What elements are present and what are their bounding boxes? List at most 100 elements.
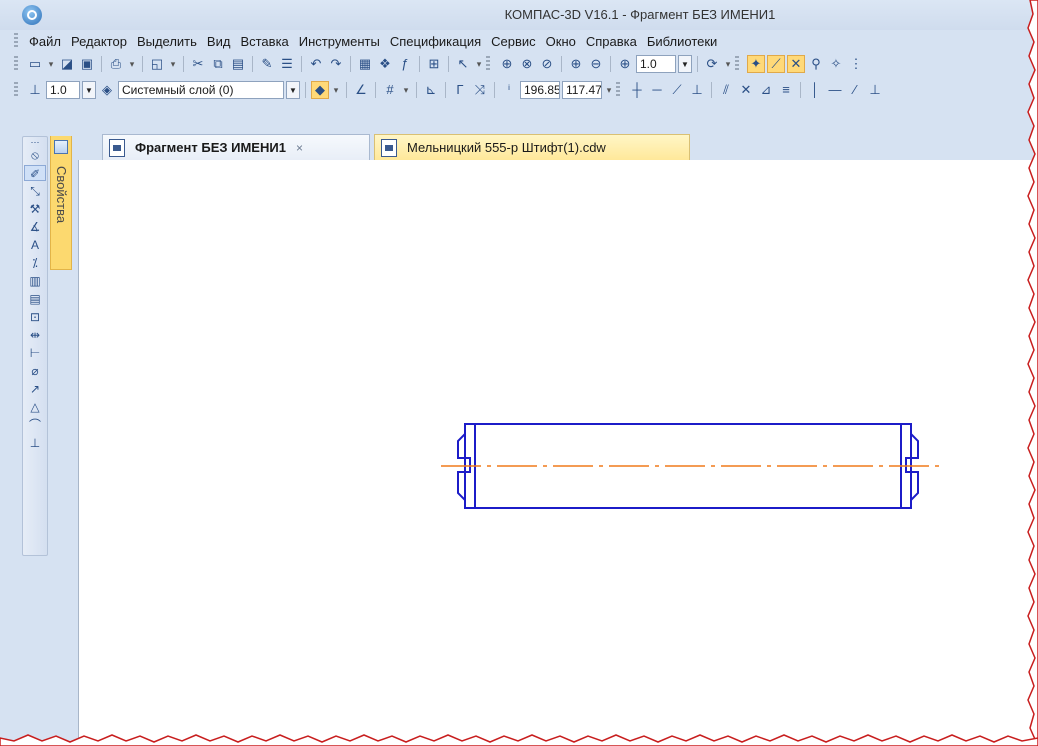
toolbar-grip-icon[interactable] <box>616 82 620 98</box>
menu-file[interactable]: Файл <box>24 34 66 49</box>
measure-icon[interactable]: ⁒ <box>24 255 46 271</box>
format-painter-icon[interactable]: ✎ <box>258 55 276 73</box>
bisector-line-icon[interactable]: ⊿ <box>757 81 775 99</box>
toolbar-grip-icon[interactable] <box>14 82 18 98</box>
layer-icon[interactable]: ◈ <box>98 81 116 99</box>
zoom-frame-icon[interactable]: ⊗ <box>518 55 536 73</box>
properties-list-icon[interactable]: ☰ <box>278 55 296 73</box>
snap-nearest-point-icon[interactable]: ⟋ <box>767 55 785 73</box>
save-icon[interactable]: ▣ <box>78 55 96 73</box>
dropdown-arrow-icon[interactable]: ▾ <box>127 55 137 73</box>
toolbar-options-icon[interactable]: ▾ <box>723 55 733 73</box>
designations-icon[interactable]: ⚒ <box>24 201 46 217</box>
zoom-in-icon[interactable]: ⊕ <box>567 55 585 73</box>
print-icon[interactable]: ⎙ <box>107 55 125 73</box>
spec-icon[interactable]: ▤ <box>24 291 46 307</box>
horizontal-line-icon[interactable]: ─ <box>648 81 666 99</box>
menu-edit[interactable]: Редактор <box>66 34 132 49</box>
menu-window[interactable]: Окно <box>541 34 581 49</box>
menu-select[interactable]: Выделить <box>132 34 202 49</box>
cursor-coords-icon[interactable]: ⤨ <box>471 81 489 99</box>
tab-shtift-drawing[interactable]: Мельницкий 555-р Штифт(1).cdw <box>374 134 690 160</box>
menu-view[interactable]: Вид <box>202 34 236 49</box>
edit-icon[interactable]: ✐ <box>24 165 46 181</box>
zoom-scale-input[interactable]: 1.0 <box>636 55 676 73</box>
snap-intersection-icon[interactable]: ✕ <box>787 55 805 73</box>
paste-icon[interactable]: ▤ <box>229 55 247 73</box>
refresh-view-icon[interactable]: ⟳ <box>703 55 721 73</box>
menu-tools[interactable]: Инструменты <box>294 34 385 49</box>
menu-grip-icon[interactable] <box>14 33 18 49</box>
toolbar-grip-icon[interactable]: ⋯ <box>24 138 46 147</box>
coordinates-icon[interactable]: ⁱ <box>500 81 518 99</box>
menu-specification[interactable]: Спецификация <box>385 34 486 49</box>
grid-icon[interactable]: # <box>381 81 399 99</box>
style-brush-icon[interactable]: ◆ <box>311 81 329 99</box>
horizontal-segment-icon[interactable]: — <box>826 81 844 99</box>
preview-icon[interactable]: ◱ <box>148 55 166 73</box>
perpendicular-segment-icon[interactable]: ⊥ <box>866 81 884 99</box>
slanted-segment-icon[interactable]: ⁄ <box>846 81 864 99</box>
dropdown-arrow-icon[interactable]: ▾ <box>168 55 178 73</box>
zoom-out-icon[interactable]: ⊖ <box>587 55 605 73</box>
menu-service[interactable]: Сервис <box>486 34 541 49</box>
new-document-icon[interactable]: ▭ <box>26 55 44 73</box>
undo-icon[interactable]: ↶ <box>307 55 325 73</box>
current-layer-input[interactable]: Системный слой (0) <box>118 81 284 99</box>
parametrization-icon[interactable]: ∡ <box>24 219 46 235</box>
angular-dimension-icon[interactable]: △ <box>24 399 46 415</box>
vertical-line-icon[interactable]: ┼ <box>628 81 646 99</box>
snap-tangent-icon[interactable]: ✧ <box>827 55 845 73</box>
drawing-canvas[interactable] <box>78 160 1038 746</box>
select-icon[interactable]: ▥ <box>24 273 46 289</box>
coord-x-field[interactable]: 196.85 <box>520 81 560 99</box>
zoom-window-icon[interactable]: ⊕ <box>498 55 516 73</box>
ortho-lock-icon[interactable]: ⊾ <box>422 81 440 99</box>
variables-icon[interactable]: ƒ <box>396 55 414 73</box>
current-layer-dropdown[interactable]: ▼ <box>286 81 300 99</box>
round-coords-icon[interactable]: Γ <box>451 81 469 99</box>
calculator-icon[interactable]: ⊞ <box>425 55 443 73</box>
zoom-previous-icon[interactable]: ⊘ <box>538 55 556 73</box>
orthogonal-mode-icon[interactable]: ∠ <box>352 81 370 99</box>
menu-libraries[interactable]: Библиотеки <box>642 34 722 49</box>
diameter-dimension-icon[interactable]: ⌀ <box>24 363 46 379</box>
snap-grid-point-icon[interactable]: ✦ <box>747 55 765 73</box>
tangent-line-icon[interactable]: ✕ <box>737 81 755 99</box>
perpendicular-line-icon[interactable]: ⊥ <box>688 81 706 99</box>
library-icon[interactable]: ❖ <box>376 55 394 73</box>
text-icon[interactable]: A <box>24 237 46 253</box>
height-mark-icon[interactable]: ⊥ <box>24 435 46 451</box>
dropdown-arrow-icon[interactable]: ▾ <box>401 81 411 99</box>
tab-fragment-unnamed[interactable]: Фрагмент БЕЗ ИМЕНИ1 × <box>102 134 370 160</box>
open-folder-icon[interactable]: ◪ <box>58 55 76 73</box>
help-pointer-icon[interactable]: ↖ <box>454 55 472 73</box>
toolbar-grip-icon[interactable] <box>486 56 490 72</box>
reports-icon[interactable]: ⊡ <box>24 309 46 325</box>
zoom-scale-icon[interactable]: ⊕ <box>616 55 634 73</box>
auto-dimension-icon[interactable]: ⇹ <box>24 327 46 343</box>
cut-icon[interactable]: ✂ <box>189 55 207 73</box>
local-cs-icon[interactable]: ⊥ <box>26 81 44 99</box>
toolbar-grip-icon[interactable] <box>735 56 739 72</box>
toolbar-options-icon[interactable]: ▾ <box>604 81 614 99</box>
manager-icon[interactable]: ▦ <box>356 55 374 73</box>
linear-dimension-icon[interactable]: ⊢ <box>24 345 46 361</box>
arc-dimension-icon[interactable]: ⌒ <box>24 417 46 433</box>
coord-y-field[interactable]: 117.47 <box>562 81 602 99</box>
hatch-line-icon[interactable]: ≡ <box>777 81 795 99</box>
parallel-line-icon[interactable]: ⫽ <box>717 81 735 99</box>
zoom-scale-dropdown[interactable]: ▼ <box>678 55 692 73</box>
copy-icon[interactable]: ⧉ <box>209 55 227 73</box>
slanted-line-icon[interactable]: ⟋ <box>668 81 686 99</box>
toolbar-options-icon[interactable]: ▾ <box>474 55 484 73</box>
dropdown-arrow-icon[interactable]: ▾ <box>46 55 56 73</box>
snap-angle-icon[interactable]: ⚲ <box>807 55 825 73</box>
menu-help[interactable]: Справка <box>581 34 642 49</box>
properties-panel-tab[interactable]: Свойства <box>50 136 72 270</box>
panel-grid-icon[interactable] <box>54 140 68 154</box>
line-scale-dropdown[interactable]: ▼ <box>82 81 96 99</box>
line-scale-input[interactable]: 1.0 <box>46 81 80 99</box>
dropdown-arrow-icon[interactable]: ▾ <box>331 81 341 99</box>
toolbar-grip-icon[interactable] <box>14 56 18 72</box>
